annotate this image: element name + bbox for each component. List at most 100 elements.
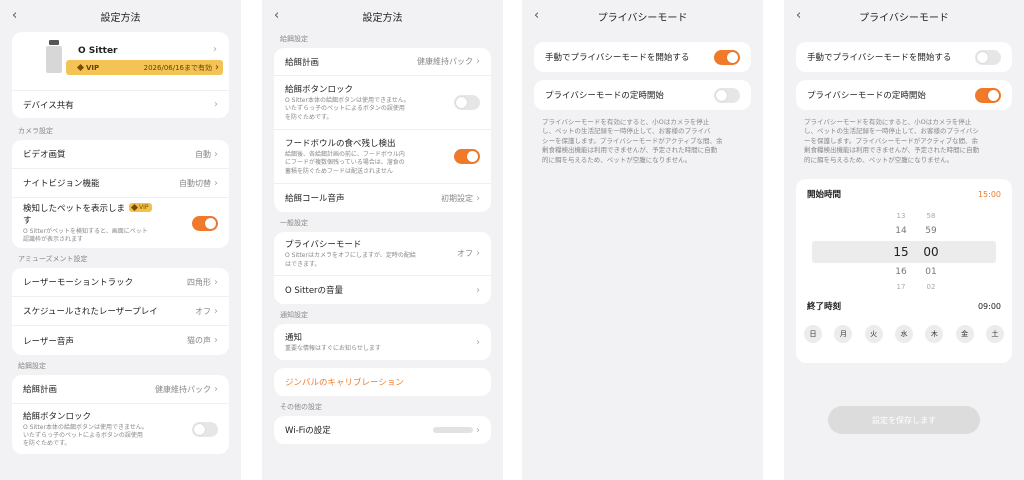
end-time-value: 09:00 <box>977 301 1001 311</box>
laser-schedule-row[interactable]: スケジュールされたレーザープレイ オフ › <box>12 297 229 326</box>
wifi-row[interactable]: Wi-Fiの設定 › <box>274 416 491 444</box>
gimbal-calibration-link[interactable]: ジンバルのキャリブレーション <box>274 368 491 396</box>
device-card[interactable]: O Sitter › VIP 2026/06/16まで有効 › デバイス共有 › <box>12 32 229 118</box>
chevron-right-icon: › <box>476 336 480 348</box>
feed-settings-card: 給餌計画 健康維持パック › 給餌ボタンロック O Sitter本体の給餌ボタンは… <box>12 375 229 454</box>
privacy-sub-line2: はできます。 <box>285 260 321 268</box>
manual-privacy-row: 手動でプライバシーモードを開始する <box>796 42 1012 72</box>
day-fri[interactable]: 金 <box>955 325 974 344</box>
page-title: プライバシーモード <box>859 12 949 24</box>
notify-section-label: 通知設定 <box>280 311 308 319</box>
privacy-panel-4: ‹ プライバシーモード 手動でプライバシーモードを開始する プライバシーモードの… <box>784 0 1024 480</box>
feed-plan-row[interactable]: 給餌計画 健康維持パック › <box>274 48 491 76</box>
feed-plan-label: 給餌計画 <box>285 57 320 68</box>
desc-line: プライバシーモードを有効にすると、小Oはカメラを停止 <box>804 118 972 126</box>
gimbal-card: ジンバルのキャリブレーション <box>274 368 491 396</box>
minute-column[interactable]: 58 59 00 01 02 <box>921 209 941 295</box>
feed-settings-card: 給餌計画 健康維持パック › 給餌ボタンロック O Sitter本体の給餌ボタンは… <box>274 48 491 212</box>
picker-hour: 13 <box>896 212 906 221</box>
leftover-toggle[interactable] <box>454 149 480 164</box>
start-time-value: 15:00 <box>977 189 1001 199</box>
feed-lock-toggle[interactable] <box>192 421 218 437</box>
scheduled-privacy-toggle[interactable] <box>975 87 1001 103</box>
night-vision-row[interactable]: ナイトビジョン機能 自動切替 › <box>12 169 229 198</box>
end-time-label: 終了時刻 <box>807 302 842 313</box>
leftover-sub-line3: 蓄積を防ぐためフードは配送されません <box>285 167 393 175</box>
picker-hour: 14 <box>895 226 907 237</box>
device-share-row[interactable]: デバイス共有 › <box>12 90 229 118</box>
chevron-right-icon: › <box>214 148 218 160</box>
camera-settings-card: ビデオ画質 自動 › ナイトビジョン機能 自動切替 › 検知したペットを表示しま VI… <box>12 140 229 248</box>
start-time-row[interactable]: 開始時間 15:00 <box>796 179 1012 209</box>
show-pet-toggle[interactable] <box>192 215 218 231</box>
scheduled-privacy-row: プライバシーモードの定時開始 <box>534 80 751 110</box>
page-title: 設定方法 <box>362 12 403 24</box>
chevron-right-icon: › <box>214 305 218 317</box>
day-sat[interactable]: 土 <box>985 325 1004 344</box>
chevron-right-icon: › <box>214 177 218 189</box>
manual-privacy-toggle[interactable] <box>975 49 1001 65</box>
vip-tag: VIP <box>86 63 100 72</box>
video-quality-label: ビデオ画質 <box>23 150 66 160</box>
back-icon[interactable]: ‹ <box>796 8 801 23</box>
manual-privacy-label: 手動でプライバシーモードを開始する <box>807 53 952 63</box>
notify-sub: 重要な情報はすぐにお知らせします <box>285 344 381 352</box>
feed-plan-row[interactable]: 給餌計画 健康維持パック › <box>12 375 229 404</box>
vip-status-bar[interactable]: VIP 2026/06/16まで有効 › <box>66 60 223 75</box>
wifi-name-blurred <box>433 427 473 433</box>
general-settings-card: プライバシーモード O Sitterはカメラをオフにしますが、定時の配給 はでき… <box>274 232 491 304</box>
desc-line: 剰食糧検出機能は利用できませんが、予定された時間に自動 <box>542 146 718 155</box>
laser-sound-row[interactable]: レーザー音声 猫の声 › <box>12 326 229 355</box>
feed-call-row[interactable]: 給餌コール音声 初期設定 › <box>274 184 491 212</box>
header: ‹ 設定方法 <box>262 0 503 32</box>
feed-lock-row: 給餌ボタンロック O Sitter本体の給餌ボタンは使用できません。 いたずらっ… <box>274 76 491 130</box>
feed-call-value: 初期設定 <box>441 193 473 203</box>
end-time-row[interactable]: 終了時刻 09:00 <box>796 293 1012 319</box>
privacy-mode-label: プライバシーモード <box>285 240 362 251</box>
picker-minute-selected: 00 <box>923 245 939 260</box>
volume-row[interactable]: O Sitterの音量 › <box>274 276 491 304</box>
chevron-right-icon: › <box>476 284 480 296</box>
back-icon[interactable]: ‹ <box>12 8 17 23</box>
back-icon[interactable]: ‹ <box>274 8 279 23</box>
laser-sound-value: 猫の声 <box>187 336 211 345</box>
notify-row[interactable]: 通知 重要な情報はすぐにお知らせします › <box>274 324 491 360</box>
picker-minute: 59 <box>925 226 937 237</box>
laser-schedule-value: オフ <box>195 306 211 316</box>
manual-privacy-card: 手動でプライバシーモードを開始する <box>796 42 1012 72</box>
save-settings-button[interactable]: 設定を保存します <box>828 406 980 434</box>
time-picker[interactable]: 13 14 15 16 17 58 59 00 01 02 <box>796 209 1012 293</box>
feed-lock-sub-line2: いたずらっ子のペットによるボタンの誤使用 <box>285 105 405 113</box>
show-pet-sub-line1: O Sitterがペットを検知すると、画面にペット <box>23 227 148 235</box>
video-quality-value: 自動 <box>195 149 211 159</box>
chevron-right-icon: › <box>214 335 218 346</box>
manual-privacy-toggle[interactable] <box>714 49 740 65</box>
desc-line: 的に餌を与えるため、ペットが空腹になりません。 <box>542 155 692 164</box>
scheduled-privacy-toggle[interactable] <box>714 87 740 103</box>
amusement-settings-card: レーザーモーショントラック 四角形 › スケジュールされたレーザープレイ オフ › … <box>12 268 229 355</box>
chevron-right-icon: › <box>214 383 218 395</box>
feed-plan-label: 給餌計画 <box>23 385 58 395</box>
day-wed[interactable]: 水 <box>894 325 913 344</box>
picker-minute: 58 <box>926 212 936 221</box>
video-quality-row[interactable]: ビデオ画質 自動 › <box>12 140 229 169</box>
day-mon[interactable]: 月 <box>834 325 853 344</box>
chevron-right-icon: › <box>476 192 480 204</box>
hour-column[interactable]: 13 14 15 16 17 <box>891 209 911 295</box>
privacy-sub-line1: O Sitterはカメラをオフにしますが、定時の配給 <box>285 252 416 260</box>
chevron-right-icon: › <box>476 424 480 436</box>
feed-lock-row: 給餌ボタンロック O Sitter本体の給餌ボタンは使用できません。 いたずらっ… <box>12 404 229 454</box>
show-pet-label-line1: 検知したペットを表示しま <box>23 203 126 214</box>
privacy-mode-row[interactable]: プライバシーモード O Sitterはカメラをオフにしますが、定時の配給 はでき… <box>274 232 491 276</box>
day-thu[interactable]: 木 <box>925 325 944 344</box>
day-sun[interactable]: 日 <box>804 325 822 344</box>
back-icon[interactable]: ‹ <box>534 8 539 23</box>
feed-lock-sub-line3: を防ぐためです。 <box>23 440 71 448</box>
day-tue[interactable]: 火 <box>864 325 883 344</box>
feed-call-label: 給餌コール音声 <box>285 194 345 204</box>
laser-track-row[interactable]: レーザーモーショントラック 四角形 › <box>12 268 229 297</box>
feed-lock-toggle[interactable] <box>454 95 480 110</box>
scheduled-privacy-card: プライバシーモードの定時開始 <box>796 80 1012 110</box>
picker-minute: 02 <box>926 283 936 292</box>
feed-section-label: 給餌設定 <box>280 35 308 43</box>
